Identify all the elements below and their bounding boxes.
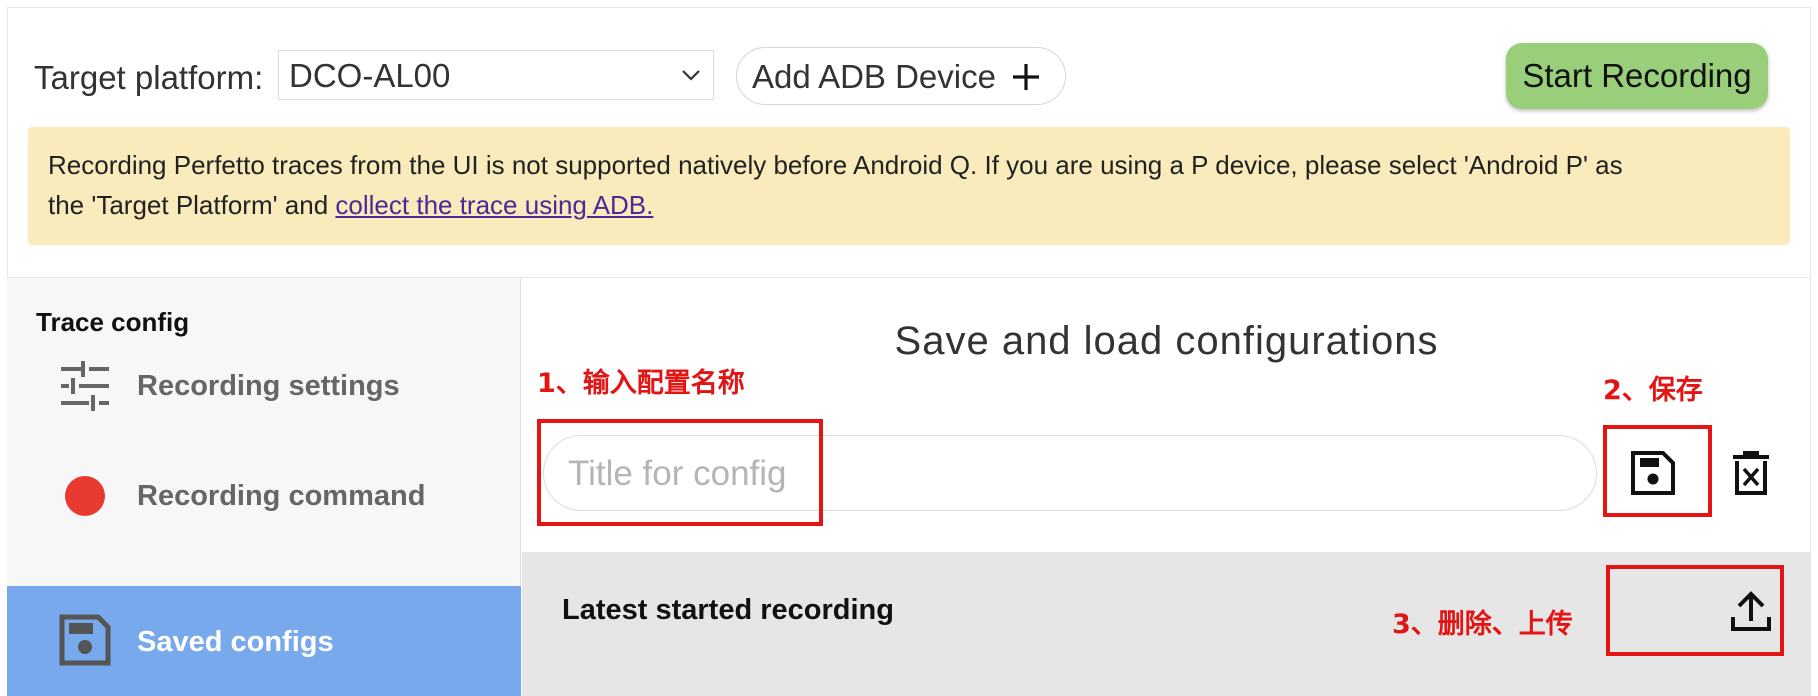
warning-text-prefix: the 'Target Platform' and	[48, 190, 336, 220]
plus-icon	[1013, 64, 1039, 90]
warning-text-line1: Recording Perfetto traces from the UI is…	[48, 150, 1623, 180]
add-adb-device-button[interactable]: Add ADB Device	[736, 47, 1066, 105]
annotation-box-input	[537, 419, 823, 526]
target-platform-select[interactable]: DCO-AL00	[278, 50, 714, 100]
annotation-box-upload	[1606, 565, 1784, 656]
collect-trace-adb-link[interactable]: collect the trace using ADB.	[335, 190, 653, 220]
tune-icon	[61, 361, 109, 411]
add-adb-device-label: Add ADB Device	[752, 58, 996, 95]
sidebar-item-saved-configs[interactable]: Saved configs	[7, 586, 521, 696]
sidebar-item-label: Saved configs	[137, 626, 334, 658]
sidebar-item-label: Recording command	[137, 480, 426, 512]
annotation-step1: 1、输入配置名称	[537, 368, 745, 399]
chevron-down-icon	[682, 70, 700, 81]
sidebar: Trace config Recording settings Recordin…	[7, 278, 521, 696]
annotation-step2: 2、保存	[1603, 375, 1703, 406]
target-platform-label: Target platform:	[34, 59, 264, 96]
sidebar-item-recording-command[interactable]: Recording command	[7, 440, 521, 550]
target-platform-value: DCO-AL00	[289, 57, 451, 94]
warning-text-line2: the 'Target Platform' and collect the tr…	[48, 189, 653, 221]
sidebar-item-label: Recording settings	[137, 370, 400, 402]
latest-recording-label: Latest started recording	[562, 594, 894, 626]
delete-icon[interactable]	[1727, 449, 1775, 497]
warning-banner: Recording Perfetto traces from the UI is…	[28, 127, 1790, 245]
save-icon	[59, 614, 111, 666]
red-dot-icon	[65, 476, 105, 516]
annotation-box-save	[1603, 425, 1712, 517]
page-title: Save and load configurations	[894, 319, 1439, 363]
sidebar-item-recording-settings[interactable]: Recording settings	[7, 330, 521, 440]
start-recording-label: Start Recording	[1522, 57, 1752, 94]
annotation-step3: 3、删除、上传	[1392, 609, 1573, 640]
start-recording-button[interactable]: Start Recording	[1506, 43, 1768, 109]
